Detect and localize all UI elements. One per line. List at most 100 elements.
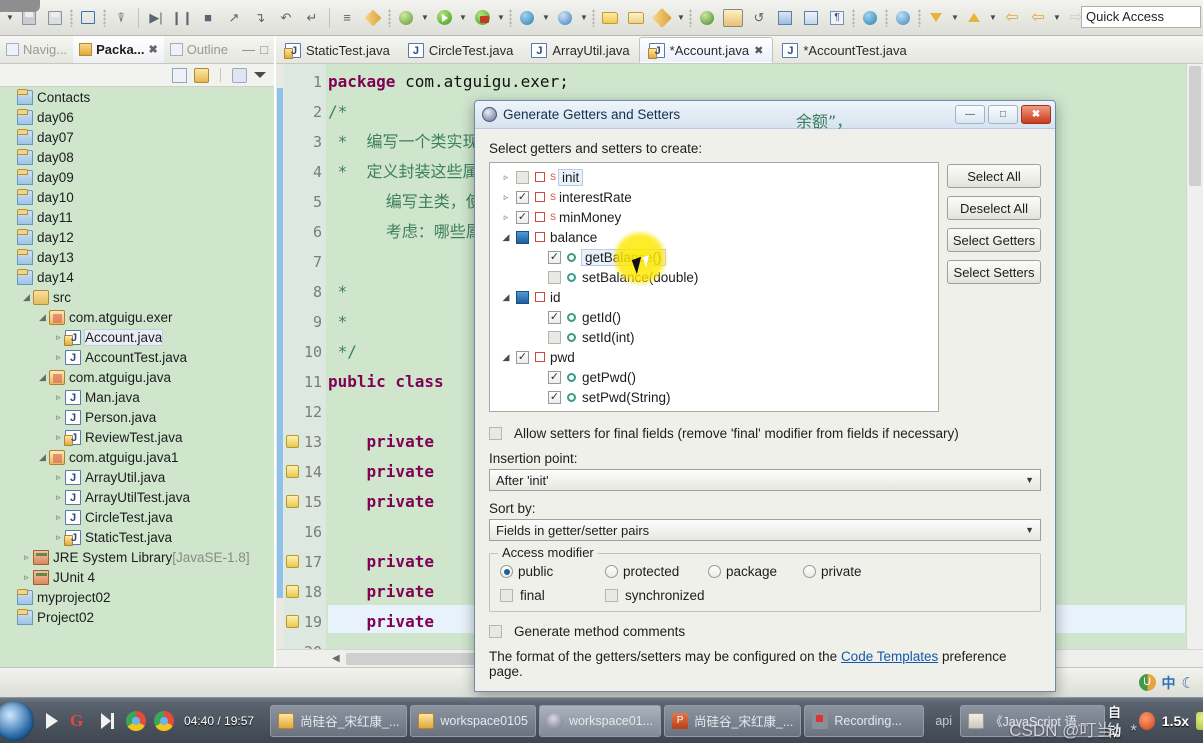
save-icon[interactable] (16, 5, 42, 31)
editor-tab[interactable]: *AccountTest.java (773, 37, 915, 63)
chevron-right-icon[interactable]: ▹ (20, 552, 33, 563)
tree-checkbox[interactable] (548, 370, 561, 384)
getter-setter-tree-row[interactable]: setBalance(double) (490, 267, 938, 287)
getter-setter-tree-row[interactable]: getId() (490, 307, 938, 327)
tree-checkbox[interactable] (548, 390, 561, 404)
new-window-icon[interactable] (75, 5, 101, 31)
explorer-row[interactable]: ▹ ArrayUtil.java (0, 467, 274, 487)
chevron-down-icon[interactable]: ◢ (496, 232, 516, 243)
code-templates-link[interactable]: Code Templates (841, 649, 938, 664)
explorer-row[interactable]: Contacts (0, 87, 274, 107)
chevron-down-icon[interactable]: ◢ (36, 312, 49, 323)
chevron-right-icon[interactable]: ▹ (20, 572, 33, 583)
tree-checkbox[interactable] (548, 330, 561, 344)
explorer-row[interactable]: myproject02 (0, 587, 274, 607)
getter-setter-tree-row[interactable]: ◢ pwd (490, 347, 938, 367)
external-tools-icon[interactable] (514, 5, 540, 31)
close-button[interactable]: ✖ (1021, 105, 1051, 124)
package-explorer-tree[interactable]: Contacts day06 day07 day08 day09 day10 day11 da… (0, 87, 274, 667)
external-tools-caret[interactable]: ▼ (540, 13, 552, 22)
run-icon[interactable] (431, 5, 457, 31)
taskbar-button[interactable]: Recording... (804, 704, 925, 737)
chevron-down-icon[interactable]: ◢ (36, 452, 49, 463)
chevron-right-icon[interactable]: ▹ (496, 192, 516, 203)
ime-indicator[interactable]: U 中 ☾ (1138, 673, 1195, 693)
ime-language-label[interactable]: 中 (1162, 673, 1176, 693)
start-button[interactable] (0, 700, 34, 741)
explorer-row[interactable]: ◢ com.atguigu.java1 (0, 447, 274, 467)
debug-dropdown-caret[interactable]: ▼ (419, 13, 431, 22)
chevron-down-icon[interactable]: ◢ (36, 372, 49, 383)
explorer-row[interactable]: ▹ JRE System Library [JavaSE-1.8] (0, 547, 274, 567)
editor-vertical-scrollbar[interactable] (1186, 64, 1203, 667)
warning-marker-icon[interactable] (286, 585, 299, 598)
new-dropdown-caret[interactable]: ▼ (675, 13, 687, 22)
explorer-row[interactable]: ▹ AccountTest.java (0, 347, 274, 367)
chevron-right-icon[interactable]: ▹ (52, 412, 65, 423)
allow-setters-checkbox[interactable] (489, 427, 502, 440)
explorer-row[interactable]: day14 (0, 267, 274, 287)
editor-tab[interactable]: *Account.java ✖ (638, 37, 774, 63)
scrollbar-thumb[interactable] (1189, 66, 1201, 186)
editor-icon[interactable] (772, 5, 798, 31)
step-over-icon[interactable]: ↶ (273, 5, 299, 31)
block-icon[interactable] (798, 5, 824, 31)
radio-button[interactable] (803, 565, 816, 578)
explorer-row[interactable]: ▹ CircleTest.java (0, 507, 274, 527)
maximize-button[interactable]: □ (988, 105, 1018, 124)
server-icon[interactable] (552, 5, 578, 31)
view-menu-icon[interactable] (232, 67, 247, 83)
tree-checkbox[interactable] (516, 230, 529, 244)
pilcrow-icon[interactable]: ¶ (824, 5, 850, 31)
tree-checkbox[interactable] (516, 170, 529, 184)
explorer-row[interactable]: ▹ Person.java (0, 407, 274, 427)
speed-label[interactable]: 1.5x (1162, 713, 1189, 729)
explorer-row[interactable]: ◢ src (0, 287, 274, 307)
explorer-row[interactable]: ▹ReviewTest.java (0, 427, 274, 447)
pin-icon[interactable] (694, 5, 720, 31)
step-into-icon[interactable]: ↴ (247, 5, 273, 31)
checkbox[interactable] (500, 589, 513, 602)
explorer-row[interactable]: ▹Account.java (0, 327, 274, 347)
select-getters-button[interactable]: Select Getters (947, 228, 1041, 252)
tree-checkbox[interactable] (516, 210, 529, 224)
previous-annotation-icon[interactable] (961, 5, 987, 31)
globe-icon[interactable] (857, 5, 883, 31)
new-java-project-icon[interactable] (597, 5, 623, 31)
chevron-down-icon[interactable]: ▼ (1025, 525, 1034, 535)
ime-moon-icon[interactable]: ☾ (1182, 674, 1195, 692)
chrome-icon[interactable] (154, 710, 174, 731)
scroll-left-icon[interactable]: ◀ (332, 653, 340, 664)
forward-icon[interactable]: ⇦ (1025, 5, 1051, 31)
generate-comments-checkbox[interactable] (489, 625, 502, 638)
getter-setter-tree-row[interactable]: ▹ Sinit (490, 167, 938, 187)
server-caret[interactable]: ▼ (578, 13, 590, 22)
access-modifier-check-final[interactable]: final (500, 588, 605, 603)
getter-setter-tree-row[interactable]: ◢ balance (490, 227, 938, 247)
tab-outline[interactable]: Outline (164, 36, 234, 63)
coverage-icon[interactable] (469, 5, 495, 31)
taskbar-label-api[interactable]: api (927, 714, 960, 728)
collapse-all-icon[interactable] (172, 67, 187, 83)
checkbox[interactable] (605, 589, 618, 602)
explorer-row[interactable]: ▹ ArrayUtilTest.java (0, 487, 274, 507)
back-icon[interactable]: ⇦ (999, 5, 1025, 31)
getter-setter-tree-row[interactable]: ▹ SinterestRate (490, 187, 938, 207)
access-modifier-radio-public[interactable]: public (500, 564, 605, 579)
recorder-logo-icon[interactable]: G (70, 711, 90, 731)
select-setters-button[interactable]: Select Setters (947, 260, 1041, 284)
disconnect-icon[interactable]: ↗ (221, 5, 247, 31)
chevron-right-icon[interactable]: ▹ (52, 392, 65, 403)
sort-by-select[interactable]: Fields in getter/setter pairs ▼ (489, 519, 1041, 541)
coverage-dropdown-caret[interactable]: ▼ (495, 13, 507, 22)
link-with-editor-icon[interactable] (194, 67, 209, 83)
next-icon[interactable] (98, 711, 118, 731)
allow-setters-row[interactable]: Allow setters for final fields (remove '… (489, 426, 1041, 441)
tree-checkbox[interactable] (516, 190, 529, 204)
chevron-down-icon[interactable]: ◢ (496, 292, 516, 303)
getter-setter-tree-row[interactable]: getBalance() (490, 247, 938, 267)
chevron-down-icon[interactable]: ◢ (20, 292, 33, 303)
tree-checkbox[interactable] (516, 290, 529, 304)
getter-setter-tree-row[interactable]: getPwd() (490, 367, 938, 387)
generate-comments-row[interactable]: Generate method comments (489, 624, 1041, 639)
